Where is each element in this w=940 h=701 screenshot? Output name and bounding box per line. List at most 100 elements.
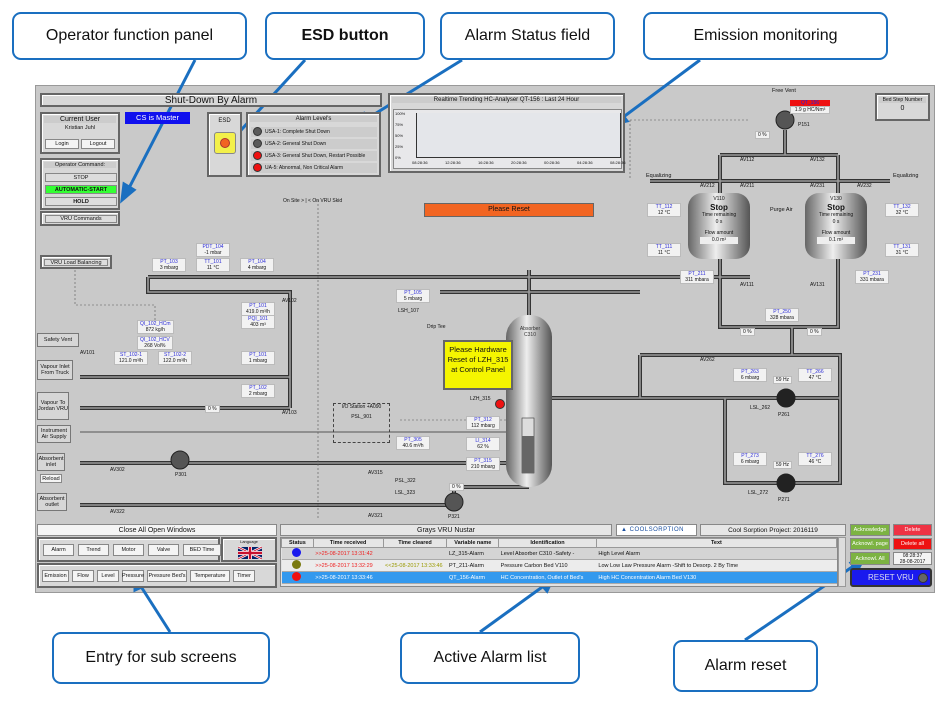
logout-button[interactable]: Logout xyxy=(81,139,115,149)
alarm-row[interactable]: >>25-08-2017 13:32:29 <<25-08-2017 13:33:… xyxy=(281,559,837,572)
subscreen-button-flow[interactable]: Flow xyxy=(72,570,94,582)
valve-label[interactable]: AV103 xyxy=(282,410,297,416)
measurement-tag[interactable]: PDT_104 -1 mbar xyxy=(196,243,230,257)
acknowledge-page-button[interactable]: Acknowl. page xyxy=(850,538,890,550)
measurement-tag[interactable]: LI_314 62 % xyxy=(466,437,500,451)
please-reset-banner[interactable]: Please Reset xyxy=(424,203,594,217)
measurement-tag[interactable]: PT_101 1 mbarg xyxy=(241,351,275,365)
subscreen-button-motor[interactable]: Motor xyxy=(113,544,144,556)
purge-air-label: Purge Air xyxy=(770,207,793,213)
alarm-table[interactable]: Status Time received Time cleared Variable … xyxy=(280,537,838,587)
equipment-label[interactable]: P321 xyxy=(448,514,460,520)
measurement-tag[interactable]: PT_312 112 mbarg xyxy=(466,416,500,430)
subscreen-button-level[interactable]: Level xyxy=(97,570,119,582)
login-button[interactable]: Login xyxy=(45,139,79,149)
measurement-tag[interactable]: TT_266 47 °C xyxy=(798,368,832,382)
measurement-tag[interactable]: PT_273 6 mbarg xyxy=(733,452,767,466)
valve-label[interactable]: AV112 xyxy=(740,157,754,163)
valve-label[interactable]: AV212 xyxy=(700,183,715,189)
column-header[interactable]: Text xyxy=(595,538,838,548)
measurement-tag[interactable]: TT_131 31 °C xyxy=(885,243,919,257)
measurement-tag[interactable]: TT_112 12 °C xyxy=(647,203,681,217)
subscreen-button-trend[interactable]: Trend xyxy=(78,544,109,556)
subscreen-button-emission[interactable]: Emission xyxy=(42,570,69,582)
trend-chart[interactable]: 100% 75% 50% 25% 0% 08:28:36 12:28:36 16:28:36 2… xyxy=(393,109,626,169)
measurement-tag[interactable]: PT_315 210 mbarg xyxy=(466,457,500,471)
valve-label[interactable]: AV131 xyxy=(810,282,825,288)
measurement-tag[interactable]: ST_102-2 122.0 m³/h xyxy=(158,351,192,365)
valve-label[interactable]: AV232 xyxy=(857,183,872,189)
valve-label[interactable]: AV321 xyxy=(368,513,383,519)
valve-label[interactable]: AV111 xyxy=(740,282,754,288)
measurement-tag[interactable]: TT_101 11 °C xyxy=(196,258,230,272)
subscreen-button-valve[interactable]: Valve xyxy=(148,544,179,556)
safety-vent-box[interactable]: Safety Vent xyxy=(37,333,79,347)
absorbent-inlet-box[interactable]: Absorbent inlet xyxy=(37,453,65,471)
acknowledge-all-button[interactable]: Acknowl. All xyxy=(850,552,890,565)
measurement-tag[interactable]: PT_103 3 mbarg xyxy=(152,258,186,272)
vru-commands-button[interactable]: VRU Commands xyxy=(45,215,117,223)
vapour-inlet-box[interactable]: Vapour Inlet From Truck xyxy=(37,360,73,380)
reset-vru-button[interactable]: RESET VRU xyxy=(850,568,932,587)
hold-button[interactable]: HOLD xyxy=(45,197,117,206)
valve-label[interactable]: AV101 xyxy=(80,350,95,356)
subscreen-button-temperature[interactable]: Temperature xyxy=(190,570,230,582)
column-header[interactable]: Time cleared xyxy=(382,538,448,548)
valve-label[interactable]: AV315 xyxy=(368,470,383,476)
column-header[interactable]: Identification xyxy=(498,538,597,548)
alarm-list-scrollbar[interactable] xyxy=(838,537,846,587)
column-header[interactable]: Status xyxy=(281,538,314,548)
measurement-tag[interactable]: ST_102-1 121.0 m³/h xyxy=(114,351,148,365)
subscreen-button-bed-time[interactable]: BED Time xyxy=(183,544,221,556)
subscreen-button-pressure[interactable]: Pressure xyxy=(122,570,144,582)
delete-all-button[interactable]: Delete all xyxy=(893,538,932,550)
valve-label[interactable]: AV102 xyxy=(282,298,297,304)
measurement-tag[interactable]: PT_305 40.6 m³/h xyxy=(396,436,430,450)
absorbent-outlet-box[interactable]: Absorbent outlet xyxy=(37,493,67,511)
measurement-tag[interactable]: PQI_101 403 m³ xyxy=(241,315,275,329)
alarm-row[interactable]: >>25-08-2017 13:33:46 QT_156-Alarm HC Conc… xyxy=(281,571,837,584)
measurement-tag[interactable]: PT_102 2 mbarg xyxy=(241,384,275,398)
stop-button[interactable]: STOP xyxy=(45,173,117,182)
measurement-tag[interactable]: PT_105 5 mbarg xyxy=(396,289,430,303)
subscreen-button-timer[interactable]: Timer xyxy=(233,570,255,582)
trend-title[interactable]: Realtime Trending HC-Analyser QT-156 : L… xyxy=(392,97,621,103)
automatic-start-button[interactable]: AUTOMATIC-START xyxy=(45,185,117,194)
esd-button[interactable] xyxy=(214,132,236,154)
valve-label[interactable]: AV132 xyxy=(810,157,825,163)
valve-label[interactable]: AV322 xyxy=(110,509,125,515)
delete-button[interactable]: Delete xyxy=(893,524,932,536)
measurement-tag[interactable]: PT_263 6 mbarg xyxy=(733,368,767,382)
measurement-tag[interactable]: TT_111 11 °C xyxy=(647,243,681,257)
measurement-tag[interactable]: PT_101 419.0 m³/h xyxy=(241,302,275,316)
equipment-label[interactable]: P271 xyxy=(778,497,790,503)
measurement-tag[interactable]: PT_231 331 mbara xyxy=(855,270,889,284)
measurement-tag[interactable]: PT_250 328 mbara xyxy=(765,308,799,322)
reload-button[interactable]: Reload xyxy=(40,474,62,483)
uk-flag-icon[interactable] xyxy=(238,546,262,560)
vapour-to-jordan-box[interactable]: Vapour To Jordan VRU xyxy=(37,392,69,420)
instrument-air-box[interactable]: Instrument Air Supply xyxy=(37,425,71,443)
measurement-tag[interactable]: QI_102_HCm 872 kg/h xyxy=(137,320,174,334)
valve-label[interactable]: AV231 xyxy=(810,183,825,189)
acknowledge-button[interactable]: Acknowledge xyxy=(850,524,890,536)
equipment-label[interactable]: PSL_322 xyxy=(395,478,416,484)
measurement-tag[interactable]: PT_211 311 mbara xyxy=(680,270,714,284)
equipment-label[interactable]: P301 xyxy=(175,472,187,478)
equipment-label[interactable]: P151 xyxy=(798,122,810,128)
column-header[interactable]: Variable name xyxy=(446,538,500,548)
measurement-tag[interactable]: TT_132 32 °C xyxy=(885,203,919,217)
measurement-tag[interactable]: PT_104 4 mbarg xyxy=(240,258,274,272)
measurement-tag[interactable]: QI_102_HCV 268 Vol% xyxy=(137,336,173,350)
measurement-tag[interactable]: TT_276 46 °C xyxy=(798,452,832,466)
valve-label[interactable]: AV302 xyxy=(110,467,125,473)
close-all-windows-button[interactable]: Close All Open Windows xyxy=(37,524,277,536)
valve-label[interactable]: AV262 xyxy=(700,357,715,363)
subscreen-button-pressure-bed-s[interactable]: Pressure Bed's xyxy=(147,570,187,582)
valve-label[interactable]: AV211 xyxy=(740,183,754,189)
equipment-label[interactable]: P261 xyxy=(778,412,790,418)
vru-load-balancing-button[interactable]: VRU Load Balancing xyxy=(44,259,108,266)
subscreen-button-alarm[interactable]: Alarm xyxy=(43,544,74,556)
alarm-row[interactable]: >>25-08-2017 13:31:42 LZ_315-Alarm Level A… xyxy=(281,547,837,560)
column-header[interactable]: Time received xyxy=(312,538,384,548)
